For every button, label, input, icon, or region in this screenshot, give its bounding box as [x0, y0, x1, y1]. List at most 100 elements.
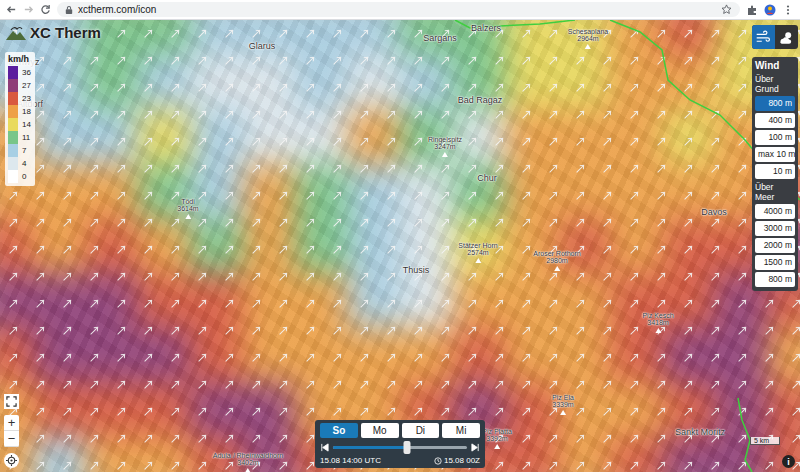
legend-step: 0 — [8, 170, 31, 183]
town-name: Sargans — [423, 34, 457, 43]
wind-arrows-icon — [0, 20, 800, 472]
logo[interactable]: XC Therm — [5, 24, 101, 41]
map-place[interactable]: Piz Kesch 3418m — [642, 312, 673, 333]
peak-name: Schesaplana — [568, 28, 608, 35]
legend-label: 0 — [22, 172, 26, 181]
locate-button[interactable] — [4, 453, 19, 468]
height-option[interactable]: 400 m — [755, 113, 795, 128]
legend-step: 36 — [8, 66, 31, 79]
peak-marker-icon — [554, 266, 560, 271]
day-tab[interactable]: So — [320, 423, 358, 438]
map-place[interactable]: Aroser Rothorn 2980m — [533, 250, 580, 271]
day-tab[interactable]: Mo — [361, 423, 399, 438]
back-arrow-icon[interactable] — [6, 4, 17, 15]
time-slider[interactable] — [333, 446, 467, 449]
map-place[interactable]: Sargans — [423, 34, 457, 43]
map-place[interactable]: Bad Ragaz — [458, 96, 503, 105]
legend-swatch — [8, 79, 18, 92]
address-bar[interactable]: xctherm.com/icon — [57, 2, 740, 17]
logo-text: XC Therm — [30, 24, 101, 41]
height-option[interactable]: 3000 m — [755, 221, 795, 236]
map-place[interactable]: Balzers — [471, 24, 501, 33]
map-place[interactable]: Piz Platta 3392m — [482, 428, 512, 449]
panel-title: Wind — [755, 60, 795, 71]
town-name: Davos — [701, 208, 727, 217]
layer-button[interactable] — [752, 25, 775, 49]
profile-avatar-icon[interactable] — [764, 4, 776, 16]
map-place[interactable]: Piz Ela 3339m — [552, 394, 574, 415]
height-option[interactable]: max 10 m — [755, 147, 795, 162]
wind-icon — [755, 30, 772, 44]
legend-label: 18 — [22, 107, 31, 116]
legend-label: 27 — [22, 81, 31, 90]
legend-unit: km/h — [8, 54, 31, 64]
country-border — [0, 20, 800, 472]
map-place[interactable]: Glarus — [249, 42, 276, 51]
peak-elevation: 3339m — [552, 401, 573, 408]
height-option[interactable]: 10 m — [755, 164, 795, 179]
menu-dots-icon[interactable] — [782, 4, 794, 16]
peak-marker-icon — [494, 444, 500, 449]
map-place[interactable]: Schesaplana 2964m — [568, 28, 608, 49]
map-controls: + − — [4, 394, 19, 468]
height-option[interactable]: 800 m — [755, 96, 795, 111]
peak-elevation: 2980m — [546, 257, 567, 264]
town-name: Thusis — [403, 266, 430, 275]
peak-elevation: 2964m — [577, 35, 598, 42]
zoom-out-button[interactable]: − — [4, 431, 19, 447]
map-place[interactable]: Tödi 3614m — [177, 198, 198, 219]
scale-bar: 5 km — [750, 437, 780, 445]
fullscreen-button[interactable] — [4, 394, 19, 409]
day-tab[interactable]: Di — [402, 423, 440, 438]
legend-label: 7 — [22, 146, 26, 155]
height-option[interactable]: 4000 m — [755, 204, 795, 219]
map-place[interactable]: Adula / Rheinwaldhorn 3402m — [213, 452, 283, 472]
forward-arrow-icon[interactable] — [23, 4, 34, 15]
browser-toolbar: xctherm.com/icon — [0, 0, 800, 20]
peak-marker-icon — [585, 44, 591, 49]
browser-window: xctherm.com/icon SchwyzAltdorfGlarusSarg… — [0, 0, 800, 472]
town-name: Glarus — [249, 42, 276, 51]
height-option[interactable]: 100 m — [755, 130, 795, 145]
map-place[interactable]: Chur — [477, 174, 497, 183]
speed-legend: km/h 36 27 23 18 14 11 7 4 0 — [5, 52, 35, 186]
group-title: Über Grund — [755, 74, 795, 94]
peak-name: Aroser Rothorn — [533, 250, 580, 257]
height-option[interactable]: 800 m — [755, 272, 795, 287]
height-option[interactable]: 1500 m — [755, 255, 795, 270]
peak-name: Piz Platta — [482, 428, 512, 435]
extension-icon[interactable] — [746, 4, 758, 16]
peak-marker-icon — [185, 214, 191, 219]
legend-step: 4 — [8, 157, 31, 170]
locate-icon — [6, 455, 17, 466]
peak-marker-icon — [442, 152, 448, 157]
map-place[interactable]: Stätzer Horn 2574m — [458, 242, 497, 263]
legend-label: 36 — [22, 68, 31, 77]
map-place[interactable]: Ringelspitz 3247m — [428, 136, 462, 157]
peak-marker-icon — [655, 328, 661, 333]
map-place[interactable]: Sankt Moritz — [675, 428, 725, 437]
bookmark-star-icon[interactable] — [721, 4, 732, 15]
map[interactable]: SchwyzAltdorfGlarusSargansBalzersBad Rag… — [0, 20, 800, 472]
zoom-in-button[interactable]: + — [4, 415, 19, 431]
slider-handle[interactable] — [403, 441, 410, 454]
peak-name: Tödi — [181, 198, 195, 205]
map-place[interactable]: Thusis — [403, 266, 430, 275]
clock-icon — [434, 457, 442, 465]
height-option[interactable]: 2000 m — [755, 238, 795, 253]
sun-cloud-icon — [778, 30, 795, 44]
legend-swatch — [8, 118, 18, 131]
reload-icon[interactable] — [40, 4, 51, 15]
height-panel: Wind Über Grund 800 m 400 m 100 m max 10 m 1… — [752, 57, 798, 291]
town-name: Bad Ragaz — [458, 96, 503, 105]
step-forward-icon[interactable] — [471, 443, 480, 452]
map-place[interactable]: Davos — [701, 208, 727, 217]
time-labels: 15.08 14:00 UTC 15.08 00Z — [320, 456, 480, 465]
layer-button[interactable] — [775, 25, 798, 49]
day-tab[interactable]: Mi — [442, 423, 480, 438]
zoom-group: + − — [4, 415, 19, 447]
peak-elevation: 3247m — [434, 143, 455, 150]
peak-name: Stätzer Horn — [458, 242, 497, 249]
info-button[interactable]: i — [782, 455, 795, 468]
step-back-icon[interactable] — [320, 443, 329, 452]
